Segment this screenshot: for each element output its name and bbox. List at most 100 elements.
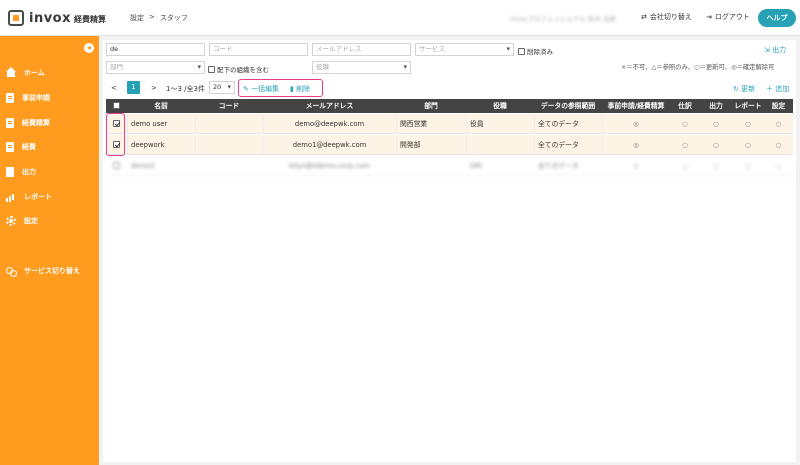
bulk-edit-label: 一括編集 <box>251 85 280 93</box>
collapse-sidebar-icon[interactable]: ◂ <box>84 43 94 53</box>
permission-legend: ×＝不可、△＝参照のみ、○＝更新可、◎＝確定解除可 <box>621 64 775 71</box>
cell-name[interactable]: deepwork <box>131 135 164 155</box>
role-select[interactable]: 役職 <box>312 61 411 74</box>
sidebar-item-service-switch[interactable]: サービス切り替え <box>6 264 80 278</box>
perm-settings: ○ <box>775 120 782 128</box>
switch-company-label: 会社切り替え <box>649 13 692 21</box>
col-data-scope: データの参照範囲 <box>540 102 596 110</box>
top-bar: invox 経費精算 設定 > スタッフ invoxプロフェッショナル 鈴木 太… <box>0 0 800 36</box>
export-icon: ⇲ <box>764 46 770 54</box>
cell-role: DRI <box>470 162 482 170</box>
page-number-1[interactable]: 1 <box>127 81 140 94</box>
perm-report: ○ <box>745 162 751 170</box>
add-label: 追加 <box>775 85 790 93</box>
row-checkbox[interactable] <box>113 162 120 169</box>
col-report-permission: レポート <box>734 102 762 110</box>
delete-button[interactable]: ▮ 削除 <box>290 84 310 94</box>
edit-icon: ✎ <box>243 85 249 93</box>
prev-page-button[interactable]: < <box>111 84 117 92</box>
select-all-checkbox[interactable] <box>113 102 120 109</box>
help-button[interactable]: ヘルプ <box>758 9 796 27</box>
switch-company-link[interactable]: ⇄ 会社切り替え <box>641 12 692 22</box>
col-name[interactable]: 名前 <box>127 99 195 113</box>
perm-output: ○ <box>713 162 719 170</box>
cell-email: bilyx@itdemo.corp.com <box>289 162 370 170</box>
add-button[interactable]: ＋ 追加 <box>766 84 789 94</box>
perm-journal: ○ <box>682 162 688 170</box>
cell-role: 役員 <box>470 120 484 128</box>
sidebar-item-settings[interactable]: 設定 <box>6 214 38 228</box>
cell-name[interactable]: demo user <box>131 114 167 134</box>
code-filter-input[interactable]: コード <box>209 43 308 56</box>
deleted-checkbox[interactable]: 削除済み <box>518 46 553 56</box>
perm-output: ○ <box>713 120 719 128</box>
delete-label: 削除 <box>296 85 311 93</box>
table-row[interactable]: deepwork demo1@deepwk.com 開発部 全てのデータ ◎ ○… <box>106 135 793 155</box>
switch-icon: ⇄ <box>641 13 647 21</box>
report-icon <box>6 192 16 202</box>
deleted-label: 削除済み <box>527 48 553 56</box>
email-filter-input[interactable]: メールアドレス <box>312 43 411 56</box>
col-settings-permission: 設定 <box>771 102 786 110</box>
sidebar-item-output[interactable]: 出力 <box>6 165 36 179</box>
main-panel: de コード メールアドレス サービス 削除済み ⇲ 出力 部門 配下の組織を含… <box>103 40 796 462</box>
col-department[interactable]: 部門 <box>396 99 466 113</box>
sidebar-item-home[interactable]: ホーム <box>6 66 45 80</box>
col-role[interactable]: 役職 <box>466 99 534 113</box>
cell-data-scope: 全てのデータ <box>538 120 579 128</box>
document-icon <box>6 93 14 103</box>
sidebar-item-label: ホーム <box>24 69 45 77</box>
refresh-button[interactable]: ↻ 更新 <box>733 84 755 94</box>
cell-email: demo@deepwk.com <box>294 120 365 128</box>
home-icon <box>6 67 16 78</box>
result-count: 1〜3 /全3件 <box>166 85 205 93</box>
app-logo[interactable]: invox 経費精算 <box>8 9 106 27</box>
export-label: 出力 <box>772 46 787 54</box>
breadcrumb-separator: > <box>149 13 155 21</box>
sidebar-item-label: サービス切り替え <box>24 267 80 275</box>
col-output-permission: 出力 <box>709 102 723 110</box>
col-application-permission: 事前申請/経費精算 <box>607 102 665 110</box>
perm-application: ◎ <box>633 162 639 170</box>
sidebar-item-label: 経費 <box>22 143 36 151</box>
export-link[interactable]: ⇲ 出力 <box>764 45 786 55</box>
table-row[interactable]: demo user demo@deepwk.com 関西営業 役員 全てのデータ… <box>106 114 793 134</box>
sidebar-item-pre-application[interactable]: 事前申請 <box>6 91 50 105</box>
col-code[interactable]: コード <box>195 99 263 113</box>
next-page-button[interactable]: > <box>151 84 157 92</box>
sidebar-item-expenses[interactable]: 経費 <box>6 140 36 154</box>
col-email[interactable]: メールアドレス <box>263 99 396 113</box>
gear-icon <box>6 216 16 226</box>
col-journal-permission: 仕訳 <box>678 102 692 110</box>
bulk-edit-button[interactable]: ✎ 一括編集 <box>243 84 279 94</box>
per-page-select[interactable]: 20 <box>209 81 235 94</box>
name-filter-input[interactable]: de <box>106 43 205 56</box>
cell-email: demo1@deepwk.com <box>292 141 367 149</box>
include-subordinates-checkbox[interactable]: 配下の組織を含む <box>208 64 269 74</box>
department-select[interactable]: 部門 <box>106 61 205 74</box>
perm-application: ◎ <box>633 141 639 149</box>
sidebar-item-report[interactable]: レポート <box>6 190 52 204</box>
breadcrumb: 設定 > スタッフ <box>130 13 188 23</box>
trash-icon: ▮ <box>290 85 294 93</box>
cell-data-scope: 全てのデータ <box>538 162 579 170</box>
table-row[interactable]: demo3 bilyx@itdemo.corp.com DRI 全てのデータ ◎… <box>106 156 793 176</box>
logout-link[interactable]: ⇥ ログアウト <box>706 12 750 22</box>
sidebar: ◂ ホーム 事前申請 経費精算 経費 出力 レポート 設定 サービス切り替え <box>0 36 99 465</box>
perm-application: ◎ <box>633 120 639 128</box>
logo-icon <box>8 10 24 26</box>
include-subordinates-label: 配下の組織を含む <box>217 66 269 74</box>
breadcrumb-settings[interactable]: 設定 <box>130 13 144 23</box>
service-select[interactable]: サービス <box>415 43 514 56</box>
logo-subtitle: 経費精算 <box>74 14 107 24</box>
perm-report: ○ <box>745 141 751 149</box>
refresh-label: 更新 <box>741 85 756 93</box>
sidebar-item-expense-settlement[interactable]: 経費精算 <box>6 116 50 130</box>
cell-department: 関西営業 <box>400 120 428 128</box>
cell-department: 開発部 <box>400 141 421 149</box>
perm-journal: ○ <box>682 120 688 128</box>
cell-name[interactable]: demo3 <box>131 156 155 176</box>
document-icon <box>6 118 14 128</box>
refresh-icon: ↻ <box>733 85 739 93</box>
sidebar-item-label: 出力 <box>22 168 36 176</box>
